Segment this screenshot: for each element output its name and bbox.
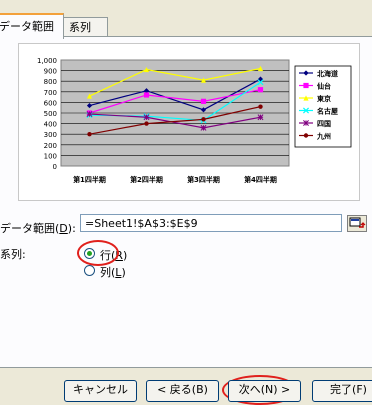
- radio-columns-label: 列(L): [100, 264, 126, 280]
- data-point: [303, 82, 309, 89]
- y-tick-label: 0: [53, 163, 57, 171]
- finish-button[interactable]: 完了(F): [312, 380, 372, 402]
- data-point: [143, 92, 150, 98]
- y-tick-label: 600: [44, 99, 57, 107]
- data-range-label-end: ):: [67, 222, 76, 235]
- data-point: [87, 132, 92, 137]
- legend-entry: 四国: [317, 119, 331, 128]
- data-point: [257, 114, 264, 121]
- tab-data-range[interactable]: データ範囲: [0, 13, 64, 39]
- radio-columns-text: 列(: [100, 266, 116, 279]
- data-range-input[interactable]: =Sheet1!$A$3:$E$9: [80, 214, 342, 232]
- data-point: [303, 133, 309, 138]
- range-select-icon: [349, 217, 366, 228]
- x-tick-label: 第4四半期: [244, 175, 277, 184]
- y-tick-label: 1,000: [37, 57, 57, 65]
- data-point: [200, 98, 207, 104]
- chart-preview: 0 100 200 300 400 500 600 700 800 900 1,000 第1四半期 第2…: [18, 43, 360, 201]
- next-button[interactable]: 次へ(N) >: [228, 380, 301, 402]
- line-chart: 0 100 200 300 400 500 600 700 800 900 1,000 第1四半期 第2…: [37, 57, 352, 184]
- y-tick-label: 400: [44, 121, 57, 129]
- data-point: [201, 117, 206, 122]
- cancel-button[interactable]: キャンセル: [64, 380, 137, 402]
- y-tick-label: 200: [44, 142, 57, 150]
- legend-entry: 東京: [317, 94, 331, 103]
- data-point: [258, 104, 263, 109]
- x-tick-label: 第2四半期: [130, 175, 163, 184]
- data-point: [143, 114, 150, 121]
- y-tick-label: 500: [44, 110, 57, 118]
- tab-series-label: 系列: [69, 21, 91, 34]
- legend-entry: 九州: [316, 132, 331, 141]
- data-range-label: データ範囲(D):: [0, 220, 76, 236]
- red-highlight-circle: [77, 240, 119, 266]
- y-tick-label: 700: [44, 89, 57, 97]
- tab-strip: データ範囲 系列: [0, 13, 372, 39]
- radio-columns-circle: [84, 265, 95, 276]
- y-tick-label: 900: [44, 68, 57, 76]
- data-point: [257, 87, 264, 93]
- y-tick-label: 100: [44, 152, 57, 160]
- data-point: [144, 121, 149, 126]
- data-range-accel: D: [59, 222, 68, 235]
- x-tick-label: 第1四半期: [73, 175, 106, 184]
- x-tick-label: 第3四半期: [187, 175, 220, 184]
- collapse-dialog-button[interactable]: [347, 215, 367, 232]
- tab-series[interactable]: 系列: [62, 17, 108, 38]
- data-point: [86, 111, 93, 118]
- data-range-label-text: データ範囲(: [0, 222, 60, 235]
- back-button[interactable]: < 戻る(B): [146, 380, 219, 402]
- y-tick-label: 300: [44, 131, 57, 139]
- legend-entry: 仙台: [317, 82, 331, 91]
- radio-rows-end: ): [122, 249, 128, 262]
- y-tick-label: 800: [44, 78, 57, 86]
- series-label: 系列:: [0, 248, 26, 261]
- tab-data-range-label: データ範囲: [0, 20, 54, 33]
- legend-entry: 名古屋: [317, 107, 338, 116]
- data-point: [303, 120, 309, 126]
- legend-entry: 北海道: [317, 69, 338, 78]
- data-point: [200, 124, 207, 131]
- radio-columns-end: ): [121, 266, 126, 279]
